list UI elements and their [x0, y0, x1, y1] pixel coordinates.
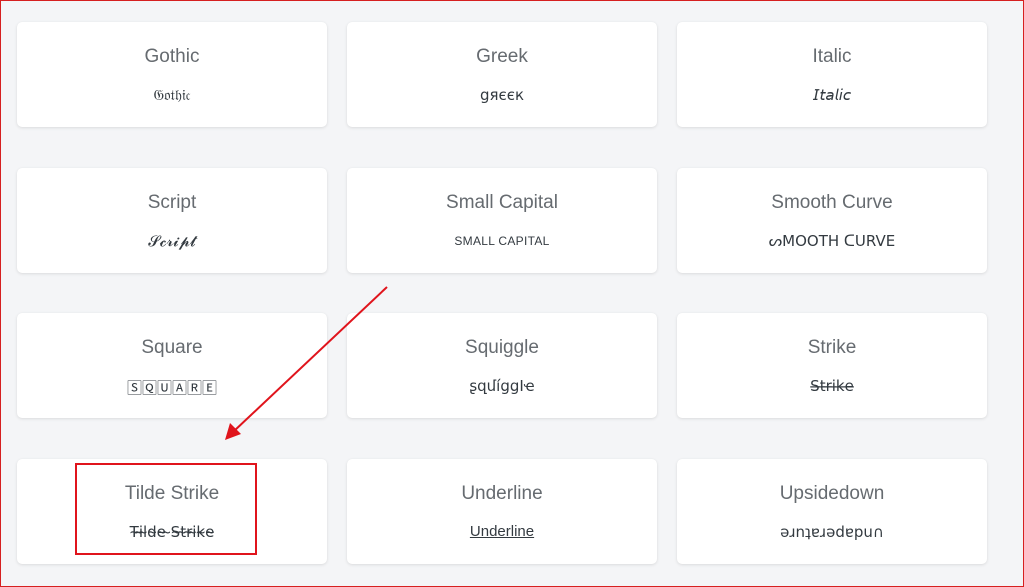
style-sample: 🅂🅀🅄🄰🅁🄴 — [126, 379, 217, 397]
style-sample: gяєєк — [479, 86, 525, 104]
style-name: Tilde Strike — [124, 483, 220, 504]
style-card-small-capital[interactable]: Small Capital SMALL CAPITAL — [347, 168, 657, 273]
style-name: Small Capital — [446, 192, 558, 213]
style-name: Greek — [476, 46, 528, 67]
style-card-squiggle[interactable]: Squiggle ʂզմíցցӀҽ — [347, 313, 657, 418]
style-name: Gothic — [144, 46, 200, 67]
style-card-gothic[interactable]: Gothic 𝔊𝔬𝔱𝔥𝔦𝔠 — [17, 22, 327, 127]
style-sample: 𝔊𝔬𝔱𝔥𝔦𝔠 — [153, 86, 191, 104]
style-sample: ǝɹnʇɐɹǝdɐpu∩ — [780, 523, 884, 541]
style-name: Squiggle — [465, 337, 539, 358]
style-name: Upsidedown — [779, 483, 885, 504]
style-sample: T̴i̴l̴d̴e̴ ̴S̴t̴r̴i̴k̴e̴ — [129, 523, 215, 541]
style-sample: SMALL CAPITAL — [454, 234, 550, 248]
style-sample: S̶t̶r̶i̶k̶e̶ — [810, 377, 854, 395]
style-card-greek[interactable]: Greek gяєєк — [347, 22, 657, 127]
style-card-smooth-curve[interactable]: Smooth Curve ᔕMOOTH ᑕURVE — [677, 168, 987, 273]
style-card-strike[interactable]: Strike S̶t̶r̶i̶k̶e̶ — [677, 313, 987, 418]
style-card-underline[interactable]: Underline Underline — [347, 459, 657, 564]
style-name: Square — [141, 337, 203, 358]
style-card-script[interactable]: Script 𝓢𝓬𝓻𝓲𝓹𝓽 — [17, 168, 327, 273]
style-sample: ᔕMOOTH ᑕURVE — [768, 232, 896, 250]
style-card-upsidedown[interactable]: Upsidedown ǝɹnʇɐɹǝdɐpu∩ — [677, 459, 987, 564]
style-name: Underline — [461, 483, 543, 504]
style-name: Strike — [807, 337, 857, 358]
style-name: Script — [147, 192, 197, 213]
style-sample: 𝓢𝓬𝓻𝓲𝓹𝓽 — [148, 232, 196, 250]
style-sample: 𝘐𝘵𝘢𝘭𝘪𝘤 — [812, 86, 852, 104]
style-card-tilde-strike[interactable]: Tilde Strike T̴i̴l̴d̴e̴ ̴S̴t̴r̴i̴k̴e̴ — [17, 459, 327, 564]
style-card-square[interactable]: Square 🅂🅀🅄🄰🅁🄴 — [17, 313, 327, 418]
style-sample: ʂզմíցցӀҽ — [469, 377, 535, 395]
style-name: Smooth Curve — [771, 192, 893, 213]
style-sample: Underline — [469, 523, 535, 540]
style-card-italic[interactable]: Italic 𝘐𝘵𝘢𝘭𝘪𝘤 — [677, 22, 987, 127]
style-name: Italic — [812, 46, 852, 67]
